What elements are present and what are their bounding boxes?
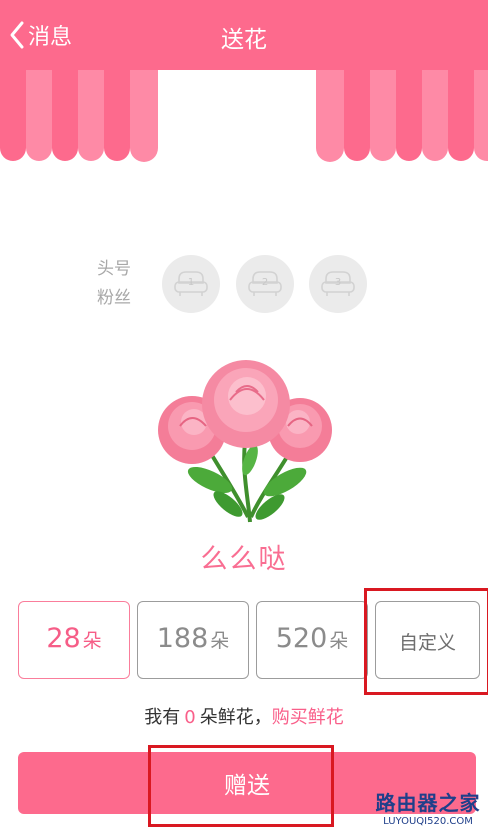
option-unit: 朵 [82, 630, 102, 652]
rose-center [202, 360, 290, 448]
buy-flowers-link[interactable]: 购买鲜花 [272, 707, 344, 728]
option-28[interactable]: 28 朵 [18, 601, 130, 679]
option-unit: 朵 [210, 630, 230, 652]
option-custom-label: 自定义 [398, 632, 456, 654]
stock-prefix: 我有 [144, 707, 181, 728]
option-188[interactable]: 188 朵 [137, 601, 249, 679]
option-unit: 朵 [329, 630, 349, 652]
option-520[interactable]: 520 朵 [256, 601, 368, 679]
fan-rank-2: 2 [262, 277, 268, 288]
fan-slot-2[interactable]: 2 [236, 255, 294, 313]
option-number: 188 [156, 623, 209, 654]
watermark-text: 路由器之家 [375, 791, 481, 815]
top-bar: 消息 送花 [0, 0, 488, 70]
rose-bouquet-image [158, 360, 332, 523]
watermark: 路由器之家 LUYOUQI520.COM [372, 787, 484, 827]
awning-right [316, 70, 488, 162]
option-custom[interactable]: 自定义 [375, 601, 480, 679]
option-number: 520 [275, 623, 328, 654]
fan-slot-3[interactable]: 3 [309, 255, 367, 313]
page-title: 送花 [221, 27, 267, 53]
awning-decoration [0, 70, 488, 162]
awning-left [0, 70, 158, 162]
stock-suffix: 朵鲜花， [199, 707, 272, 728]
stock-count: 0 [184, 707, 196, 728]
option-number: 28 [46, 623, 81, 654]
sofa-icon: 2 [248, 271, 282, 296]
top-fans-label: 头号 粉丝 [97, 259, 131, 308]
send-button-label: 赠送 [224, 773, 270, 799]
gift-name: 么么哒 [200, 544, 288, 575]
sofa-icon: 1 [174, 271, 208, 296]
fan-rank-3: 3 [335, 277, 341, 288]
flower-stock-line: 我有 0 朵鲜花，购买鲜花 [0, 703, 488, 729]
fan-slot-1[interactable]: 1 [162, 255, 220, 313]
sofa-icon: 3 [321, 271, 355, 296]
watermark-url: LUYOUQI520.COM [383, 816, 473, 827]
top-fans-section: 头号 粉丝 1 2 3 [92, 255, 392, 315]
fan-rank-1: 1 [188, 277, 194, 288]
